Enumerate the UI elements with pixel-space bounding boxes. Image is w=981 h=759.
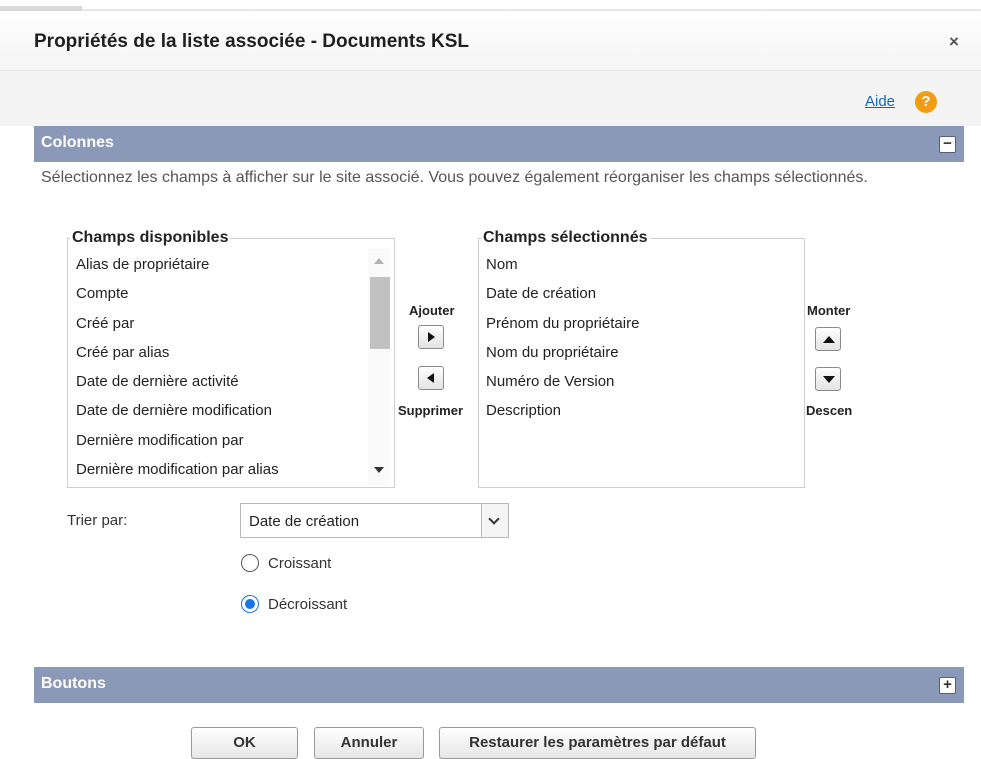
move-down-button[interactable]	[815, 367, 841, 391]
selected-fields-label: Champs sélectionnés	[481, 229, 650, 247]
dialog-header: Propriétés de la liste associée - Docume…	[0, 11, 981, 71]
chevron-down-icon[interactable]	[481, 504, 508, 537]
scroll-thumb[interactable]	[370, 277, 390, 349]
available-item[interactable]: Dernière modification par	[72, 426, 366, 455]
ascending-label: Croissant	[268, 555, 332, 572]
expand-icon[interactable]: +	[939, 677, 956, 694]
descending-label: Décroissant	[268, 596, 348, 613]
available-item[interactable]: Alias de propriétaire	[72, 250, 366, 279]
available-fields-label: Champs disponibles	[70, 229, 231, 247]
move-down-label: Descen	[806, 403, 853, 418]
help-row	[0, 71, 981, 126]
selected-item[interactable]: Prénom du propriétaire	[482, 309, 800, 338]
available-item[interactable]: Date de dernière modification	[72, 396, 366, 425]
cancel-button[interactable]: Annuler	[314, 727, 424, 759]
available-item[interactable]: Dernière modification par alias	[72, 455, 366, 484]
restore-defaults-button[interactable]: Restaurer les paramètres par défaut	[439, 727, 756, 759]
dialog-title: Propriétés de la liste associée - Docume…	[34, 31, 470, 52]
radio-dot-icon	[245, 599, 255, 609]
collapse-icon[interactable]: −	[939, 136, 956, 153]
scroll-up-arrow-icon[interactable]	[374, 258, 384, 264]
add-label: Ajouter	[409, 303, 455, 318]
arrow-down-icon	[823, 376, 835, 383]
available-item[interactable]: Compte	[72, 279, 366, 308]
buttons-section-title: Boutons	[41, 675, 106, 692]
scroll-down-arrow-icon[interactable]	[374, 467, 384, 473]
buttons-section-header[interactable]: Boutons +	[34, 667, 964, 703]
help-link[interactable]: Aide	[865, 93, 895, 110]
sort-by-label: Trier par:	[67, 512, 128, 529]
arrow-left-icon	[427, 373, 434, 383]
remove-label: Supprimer	[398, 403, 464, 418]
available-item[interactable]: Date de dernière activité	[72, 367, 366, 396]
arrow-up-icon	[823, 336, 835, 343]
columns-section-title: Colonnes	[41, 134, 114, 151]
arrow-right-icon	[428, 332, 435, 342]
help-icon[interactable]: ?	[915, 91, 937, 113]
add-button[interactable]	[418, 325, 444, 349]
available-item[interactable]: Créé par alias	[72, 338, 366, 367]
close-icon[interactable]: ×	[945, 33, 963, 51]
selected-item[interactable]: Nom	[482, 250, 800, 279]
selected-fields-list[interactable]: Nom Date de création Prénom du propriétair…	[482, 250, 800, 426]
selected-item[interactable]: Date de création	[482, 279, 800, 308]
descending-radio[interactable]	[241, 595, 259, 613]
columns-section-header[interactable]: Colonnes −	[34, 126, 964, 162]
ascending-radio[interactable]	[241, 554, 259, 572]
sort-by-select[interactable]: Date de création	[240, 503, 509, 538]
move-up-label: Monter	[807, 303, 851, 318]
move-up-button[interactable]	[815, 327, 841, 351]
available-item[interactable]: Créé par	[72, 309, 366, 338]
top-border	[0, 0, 981, 11]
remove-button[interactable]	[418, 366, 444, 390]
ok-button[interactable]: OK	[191, 727, 298, 759]
selected-item[interactable]: Nom du propriétaire	[482, 338, 800, 367]
columns-description: Sélectionnez les champs à afficher sur l…	[41, 169, 868, 186]
selected-item[interactable]: Numéro de Version	[482, 367, 800, 396]
sort-by-value: Date de création	[249, 513, 360, 530]
available-fields-list[interactable]: Alias de propriétaire Compte Créé par Créé …	[72, 250, 366, 484]
selected-item[interactable]: Description	[482, 396, 800, 425]
